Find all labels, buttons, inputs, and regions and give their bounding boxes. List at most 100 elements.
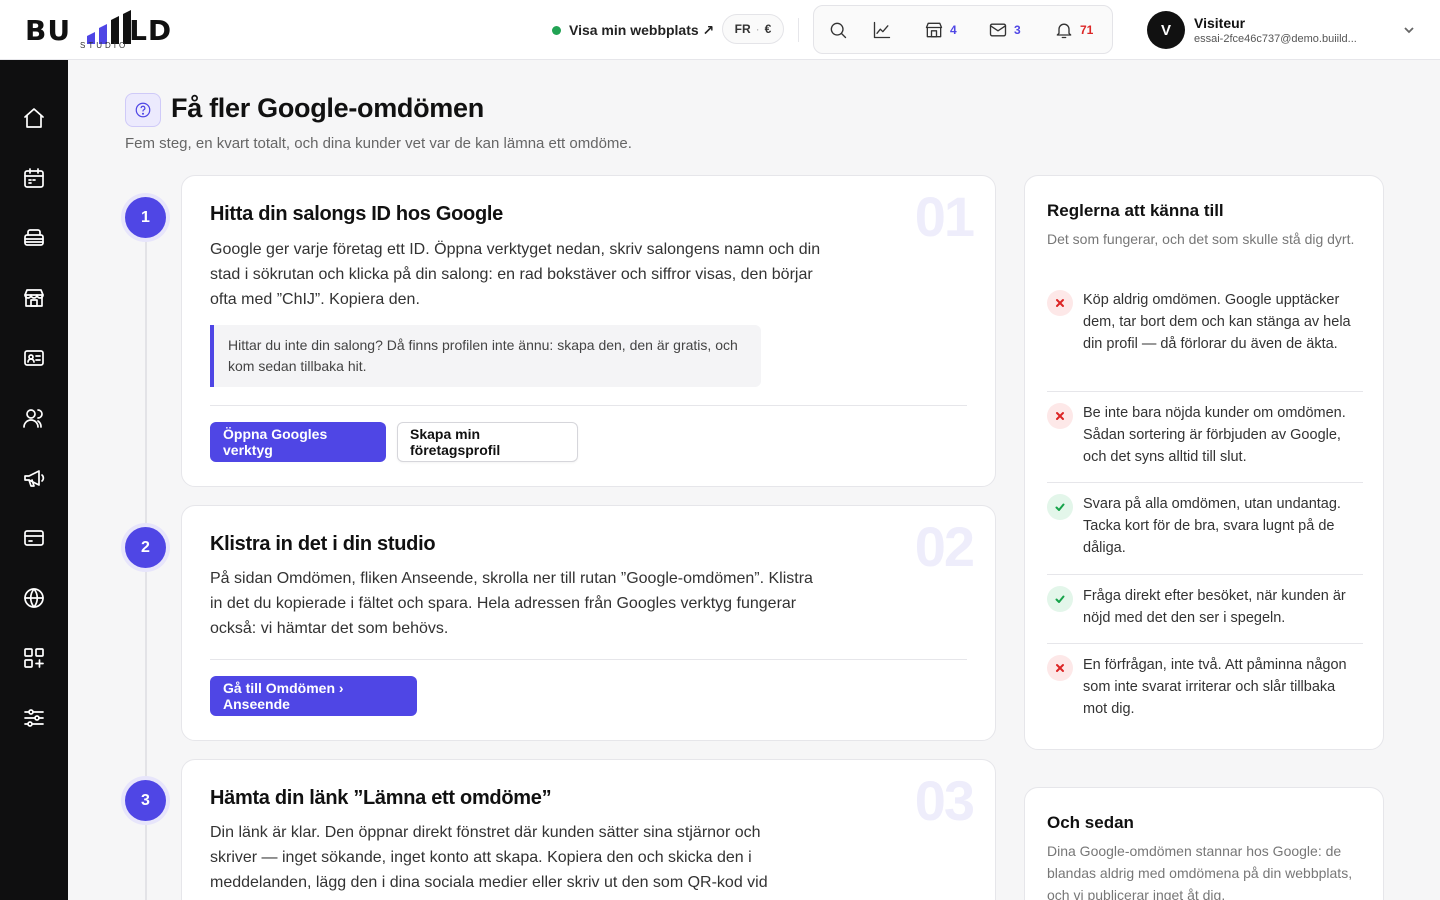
- rule-item: Köp aldrig omdömen. Google upptäcker dem…: [1047, 289, 1363, 355]
- divider: [1047, 482, 1363, 483]
- step-title: Klistra in det i din studio: [210, 533, 436, 555]
- sidebar-item-marketing[interactable]: [21, 465, 47, 491]
- user-email: essai-2fce46c737@demo.buiild...: [1194, 33, 1357, 45]
- divider: [210, 659, 967, 660]
- check-icon: [1047, 494, 1073, 520]
- step-watermark-number: 02: [914, 515, 975, 578]
- language-currency-selector[interactable]: FR · €: [722, 14, 784, 44]
- user-menu[interactable]: V Visiteur essai-2fce46c737@demo.buiild.…: [1147, 11, 1417, 49]
- sidebar-item-calendar[interactable]: [21, 165, 47, 191]
- rules-panel: Reglerna att känna till Det som fungerar…: [1024, 175, 1384, 750]
- step-callout: Hittar du inte din salong? Då finns prof…: [210, 325, 761, 387]
- sidebar-item-services[interactable]: [21, 225, 47, 251]
- step-title: Hämta din länk ”Lämna ett omdöme”: [210, 787, 552, 809]
- top-bar: BU LD STUDIO Visa min webbplats ↗ FR · € …: [0, 0, 1440, 60]
- messages-count: 3: [1014, 22, 1021, 37]
- logo[interactable]: BU LD STUDIO: [25, 8, 185, 52]
- rule-text: Svara på alla omdömen, utan undantag. Ta…: [1083, 496, 1341, 556]
- step-watermark-number: 03: [914, 769, 975, 832]
- settings-sliders-icon: [24, 709, 44, 727]
- sidebar-item-home[interactable]: [21, 105, 47, 131]
- bell-icon: [1056, 23, 1072, 38]
- step-card: 02 Klistra in det i din studio På sidan …: [181, 505, 996, 741]
- notifications-count: 71: [1080, 22, 1094, 37]
- avatar: V: [1147, 11, 1185, 49]
- question-circle-icon: [135, 102, 151, 118]
- megaphone-icon: [24, 470, 45, 487]
- rules-panel-subtitle: Det som fungerar, och det som skulle stå…: [1047, 231, 1355, 247]
- separator-dot: ·: [755, 22, 760, 36]
- logo-bars-icon: [87, 10, 131, 44]
- go-to-reviews-appearance-button[interactable]: Gå till Omdömen › Anseende: [210, 676, 417, 716]
- divider: [1047, 391, 1363, 392]
- rule-item: Fråga direkt efter besöket, när kunden ä…: [1047, 585, 1363, 629]
- next-steps-panel: Och sedan Dina Google-omdömen stannar ho…: [1024, 787, 1384, 900]
- check-icon: [1047, 586, 1073, 612]
- language-code: FR: [734, 22, 751, 36]
- step-number: 3: [125, 780, 166, 821]
- notifications-button[interactable]: 71: [1054, 15, 1093, 45]
- step-number: 1: [125, 197, 166, 238]
- quick-actions-group: 4 3 71: [813, 5, 1113, 54]
- page-title: Få fler Google-omdömen: [171, 93, 484, 123]
- search-button[interactable]: [828, 15, 872, 45]
- messages-button[interactable]: 3: [988, 15, 1054, 45]
- sidebar-item-contacts[interactable]: [21, 345, 47, 371]
- next-steps-title: Och sedan: [1047, 813, 1134, 832]
- sidebar-item-payments[interactable]: [21, 525, 47, 551]
- create-business-profile-button[interactable]: Skapa min företagsprofil: [397, 422, 578, 462]
- sidebar-item-clients[interactable]: [21, 405, 47, 431]
- view-website-link[interactable]: Visa min webbplats ↗: [552, 19, 714, 41]
- page-subtitle: Fem steg, en kvart totalt, och dina kund…: [125, 135, 632, 152]
- mail-icon: [989, 23, 1007, 36]
- sidebar-item-website[interactable]: [21, 585, 47, 611]
- rule-item: Be inte bara nöjda kunder om omdömen. Så…: [1047, 402, 1363, 468]
- clients-icon: [23, 409, 43, 428]
- storefront-icon: [925, 22, 943, 37]
- sidebar-item-store[interactable]: [21, 285, 47, 311]
- next-steps-description: Dina Google-omdömen stannar hos Google: …: [1047, 843, 1353, 900]
- user-info: Visiteur essai-2fce46c737@demo.buiild...: [1194, 15, 1389, 45]
- shop-button[interactable]: 4: [924, 15, 988, 45]
- globe-icon: [24, 588, 44, 608]
- contact-card-icon: [24, 350, 44, 366]
- chevron-down-icon: [1404, 27, 1414, 34]
- step-description: Google ger varje företag ett ID. Öppna v…: [210, 241, 821, 308]
- services-icon: [24, 229, 44, 246]
- cross-icon: [1047, 655, 1073, 681]
- rule-text: Be inte bara nöjda kunder om omdömen. Så…: [1083, 405, 1346, 465]
- help-badge: [125, 93, 161, 127]
- cross-icon: [1047, 290, 1073, 316]
- home-icon: [24, 108, 44, 128]
- divider: [798, 18, 799, 42]
- step-description: På sidan Omdömen, fliken Anseende, skrol…: [210, 570, 813, 637]
- divider: [1047, 574, 1363, 575]
- user-name: Visiteur: [1194, 15, 1246, 31]
- calendar-icon: [24, 168, 44, 188]
- sidebar-item-settings[interactable]: [21, 705, 47, 731]
- sidebar: [0, 60, 68, 900]
- rule-item: Svara på alla omdömen, utan undantag. Ta…: [1047, 493, 1363, 559]
- step-watermark-number: 01: [914, 185, 975, 248]
- currency-symbol: €: [764, 22, 772, 36]
- step-number: 2: [125, 527, 166, 568]
- search-icon: [830, 22, 847, 38]
- analytics-button[interactable]: [872, 15, 924, 45]
- rule-item: En förfrågan, inte två. Att påminna någo…: [1047, 654, 1363, 720]
- view-website-label: Visa min webbplats ↗: [569, 21, 715, 38]
- divider: [1047, 643, 1363, 644]
- step-description: Din länk är klar. Den öppnar direkt föns…: [210, 824, 768, 891]
- rule-text: En förfrågan, inte två. Att påminna någo…: [1083, 657, 1347, 717]
- storefront-icon: [24, 289, 44, 307]
- open-google-tool-button[interactable]: Öppna Googles verktyg: [210, 422, 386, 462]
- rule-text: Köp aldrig omdömen. Google upptäcker dem…: [1083, 292, 1351, 352]
- step-card: 03 Hämta din länk ”Lämna ett omdöme” Din…: [181, 759, 996, 900]
- cross-icon: [1047, 403, 1073, 429]
- divider: [210, 405, 967, 406]
- chart-line-icon: [873, 21, 891, 38]
- sidebar-item-apps[interactable]: [21, 645, 47, 671]
- step-title: Hitta din salongs ID hos Google: [210, 203, 503, 225]
- rules-panel-title: Reglerna att känna till: [1047, 201, 1224, 220]
- shop-count: 4: [950, 22, 957, 37]
- step-card: 01 Hitta din salongs ID hos Google Googl…: [181, 175, 996, 487]
